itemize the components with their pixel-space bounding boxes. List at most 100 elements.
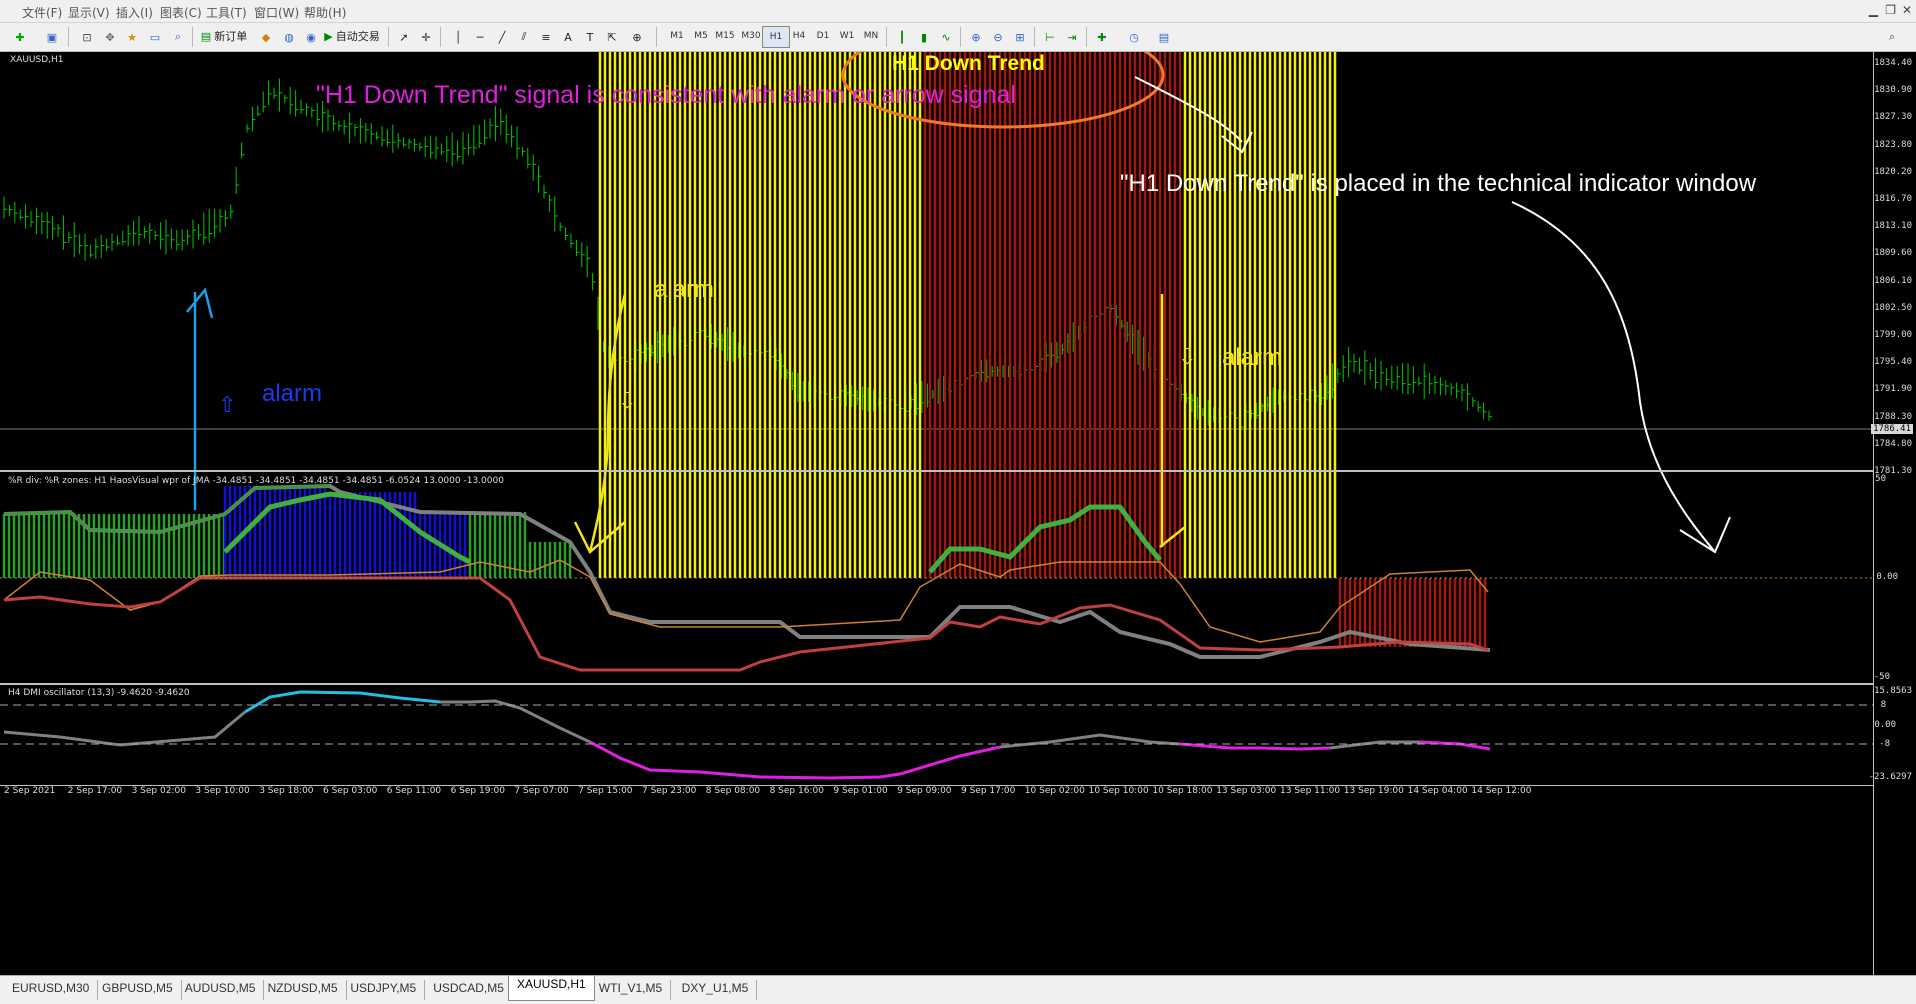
tf-mn[interactable]: MN — [858, 26, 884, 46]
time-axis-label: 3 Sep 18:00 — [259, 786, 314, 796]
periods-icon[interactable]: ◷ — [1122, 26, 1146, 48]
search-icon[interactable]: ⌕ — [1880, 26, 1904, 48]
price-axis-label: 1795.40 — [1874, 357, 1912, 368]
time-axis-label: 8 Sep 16:00 — [769, 786, 824, 796]
chart-tab[interactable]: WTI_V1,M5 — [591, 980, 672, 1000]
fibonacci-icon[interactable]: ≡ — [534, 26, 558, 48]
pane-separator-1[interactable] — [0, 470, 1873, 472]
menu-window[interactable]: 窗口(W) — [254, 4, 299, 21]
signals-icon[interactable]: ◍ — [277, 26, 301, 48]
restore-icon[interactable]: ❐ — [1885, 3, 1896, 17]
zoom-out-icon[interactable]: ⊖ — [986, 26, 1010, 48]
data-window-icon[interactable]: ✥ — [98, 26, 122, 48]
dmi-axis-minus8: -8 — [1879, 739, 1890, 749]
bar-chart-icon[interactable]: ┃ — [890, 26, 914, 48]
price-axis-label: 1830.90 — [1874, 85, 1912, 96]
chart-tab[interactable]: GBPUSD,M5 — [94, 980, 182, 1000]
close-icon[interactable]: ✕ — [1902, 3, 1912, 17]
dmi-axis-zero: 0.00 — [1874, 720, 1896, 730]
chart-tab[interactable]: USDCAD,M5 — [425, 980, 513, 1000]
navigator-icon[interactable]: ★ — [120, 26, 144, 48]
pane-separator-2[interactable] — [0, 683, 1873, 685]
autoscroll-icon[interactable]: ⇥ — [1060, 26, 1084, 48]
templates-icon[interactable]: ▤ — [1152, 26, 1176, 48]
metaeditor-icon[interactable]: ◆ — [254, 26, 278, 48]
menu-help[interactable]: 帮助(H) — [304, 4, 346, 21]
time-axis-label: 13 Sep 19:00 — [1343, 786, 1404, 796]
menu-file[interactable]: 文件(F) — [22, 4, 62, 21]
menu-insert[interactable]: 插入(I) — [116, 4, 153, 21]
tile-windows-icon[interactable]: ⊞ — [1008, 26, 1032, 48]
time-axis-label: 7 Sep 23:00 — [642, 786, 697, 796]
vps-icon[interactable]: ◉ — [299, 26, 323, 48]
dmi-line-magenta-3 — [1419, 740, 1491, 751]
tf-m30[interactable]: M30 — [738, 26, 764, 46]
price-axis-label: 1799.00 — [1874, 330, 1912, 340]
menu-bar: 文件(F) 显示(V) 插入(I) 图表(C) 工具(T) 窗口(W) 帮助(H… — [0, 0, 1916, 23]
chart-shift-icon[interactable]: ⊢ — [1038, 26, 1062, 48]
text-label-icon[interactable]: T — [578, 26, 602, 48]
trendline-icon[interactable]: ╱ — [490, 26, 514, 48]
placement-note: "H1 Down Trend" is placed in the technic… — [1120, 170, 1757, 197]
menu-tools[interactable]: 工具(T) — [206, 4, 247, 21]
time-axis-label: 9 Sep 17:00 — [961, 786, 1016, 796]
candlestick-icon[interactable]: ▮ — [912, 26, 936, 48]
dmi-indicator-title: H4 DMI oscillator (13,3) -9.4620 -9.4620 — [8, 688, 190, 698]
indicators-icon[interactable]: ✚ — [1090, 26, 1114, 48]
alarm-label-1: alarm — [654, 276, 715, 303]
vertical-line-icon[interactable]: │ — [446, 26, 470, 48]
horizontal-line-icon[interactable]: ─ — [468, 26, 492, 48]
price-axis-label: 1809.60 — [1874, 248, 1912, 259]
menu-view[interactable]: 显示(V) — [68, 4, 110, 21]
hand-arrow-2-head — [1679, 516, 1731, 554]
chart-tab[interactable]: DXY_U1,M5 — [674, 980, 758, 1000]
tf-m1[interactable]: M1 — [664, 26, 690, 46]
tf-m15[interactable]: M15 — [712, 26, 738, 46]
time-axis-label: 10 Sep 10:00 — [1088, 786, 1149, 796]
chart-tab[interactable]: AUDUSD,M5 — [177, 980, 265, 1000]
channel-icon[interactable]: ⫽ — [512, 26, 536, 48]
terminal-icon[interactable]: ▭ — [143, 26, 167, 48]
dmi-axis-top: 15.8563 — [1874, 686, 1912, 696]
new-chart-icon[interactable]: ✚ — [8, 26, 32, 48]
hand-arrow-1-head — [1221, 131, 1253, 154]
crosshair-icon[interactable]: ✛ — [414, 26, 438, 48]
zoom-in-icon[interactable]: ⊕ — [964, 26, 988, 48]
price-axis[interactable]: 1834.40 1830.90 1827.30 1823.80 1820.20 1816.… — [1873, 52, 1916, 975]
market-watch-icon[interactable]: ⊡ — [75, 26, 99, 48]
new-order-button[interactable]: ▤ 新订单 — [198, 26, 250, 46]
time-axis-label: 6 Sep 11:00 — [386, 786, 442, 796]
chart-tab[interactable]: NZDUSD,M5 — [260, 980, 347, 1000]
alarm-label-blue: alarm — [262, 380, 323, 407]
chart-tab[interactable]: XAUUSD,H1 — [508, 976, 595, 1001]
strategy-tester-icon[interactable]: ⌕ — [166, 26, 190, 48]
price-axis-label: 1784.80 — [1874, 438, 1912, 449]
down-arrow-icon-2: ⇩ — [1178, 344, 1197, 369]
chart-tab[interactable]: EURUSD,M30 — [4, 980, 99, 1000]
cursor-icon[interactable]: ➚ — [392, 26, 416, 48]
dmi-line-cyan — [244, 690, 441, 714]
shapes-icon[interactable]: ⊕ — [625, 26, 649, 48]
tf-m5[interactable]: M5 — [688, 26, 714, 46]
menu-chart[interactable]: 图表(C) — [160, 4, 202, 21]
time-axis-label: 3 Sep 02:00 — [131, 786, 186, 796]
price-axis-label: 1820.20 — [1874, 166, 1912, 177]
profiles-icon[interactable]: ▣ — [40, 26, 64, 48]
dmi-axis-8: 8 — [1880, 700, 1886, 710]
tf-h4[interactable]: H4 — [786, 26, 812, 46]
wpr-signal-green-1 — [223, 491, 472, 565]
chart-tab[interactable]: USDJPY,M5 — [342, 980, 426, 1000]
time-axis-label: 14 Sep 12:00 — [1471, 786, 1532, 796]
minimize-icon[interactable]: ▁ — [1869, 3, 1878, 17]
auto-trading-button[interactable]: ▶ 自动交易 — [322, 26, 382, 46]
tf-w1[interactable]: W1 — [834, 26, 860, 46]
time-axis-label: 3 Sep 10:00 — [195, 786, 250, 796]
arrows-icon[interactable]: ⇱ — [600, 26, 624, 48]
time-axis-label: 14 Sep 04:00 — [1407, 786, 1468, 796]
text-icon[interactable]: A — [556, 26, 580, 48]
tf-d1[interactable]: D1 — [810, 26, 836, 46]
time-axis-label: 8 Sep 08:00 — [705, 786, 761, 796]
chart-area[interactable]: XAUUSD,H1 %R div: %R zones: H1 HaosVisua… — [0, 52, 1916, 975]
dmi-axis-bottom: -23.6297 — [1868, 772, 1912, 782]
line-chart-icon[interactable]: ∿ — [934, 26, 958, 48]
